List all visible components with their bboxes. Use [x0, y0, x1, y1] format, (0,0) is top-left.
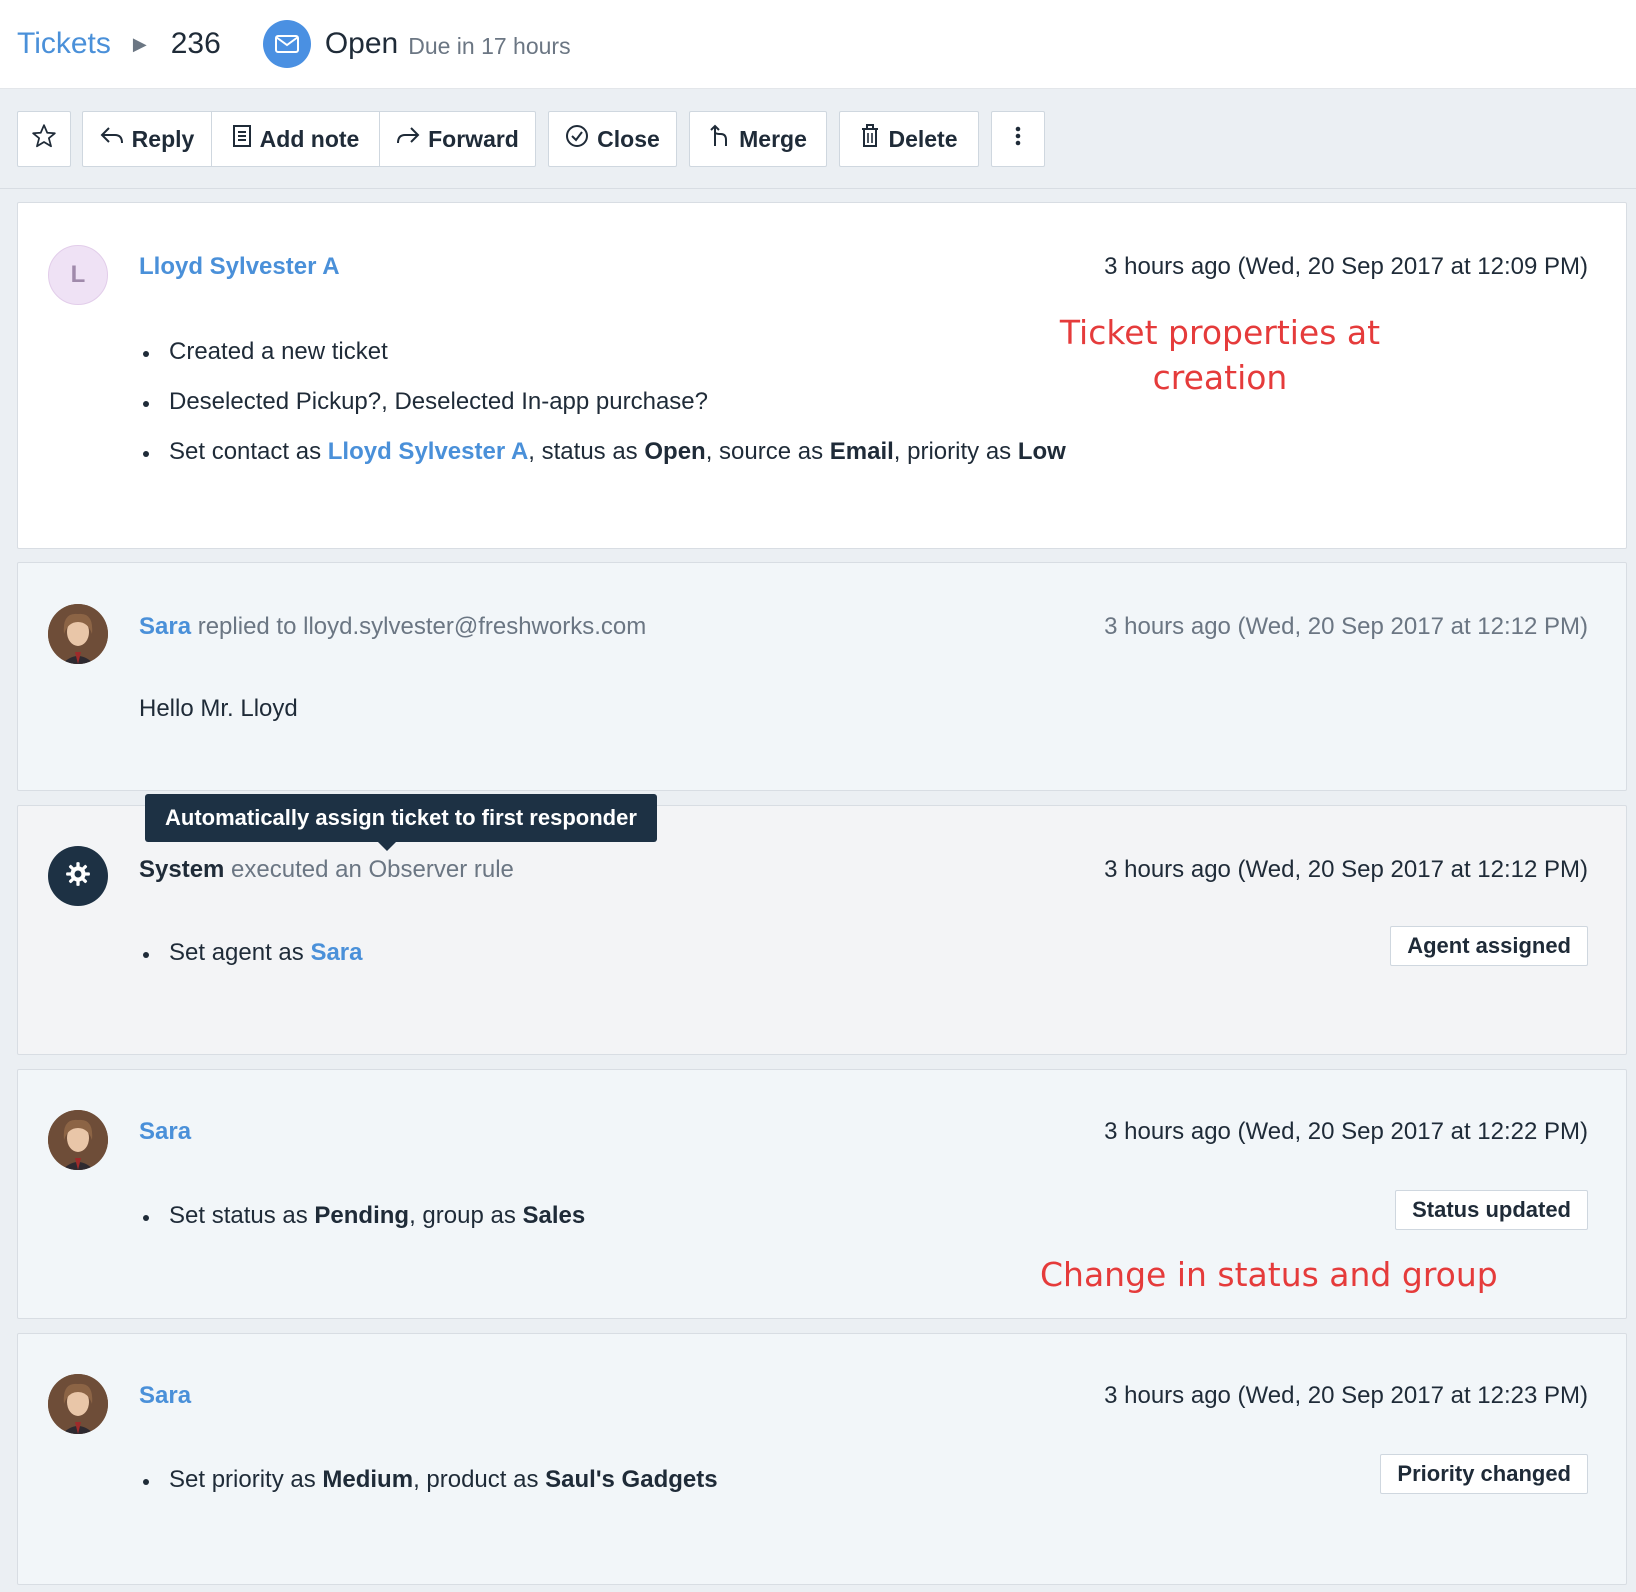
list-item: Set status as Pending, group as Sales	[139, 1202, 585, 1230]
delete-button[interactable]: Delete	[839, 111, 979, 167]
author-line: Sara	[139, 1382, 191, 1410]
system-avatar	[48, 846, 108, 906]
star-button[interactable]	[17, 111, 71, 167]
timestamp: 3 hours ago (Wed, 20 Sep 2017 at 12:23 P…	[1104, 1382, 1588, 1409]
recipient-email: lloyd.sylvester@freshworks.com	[303, 613, 647, 640]
timestamp: 3 hours ago (Wed, 20 Sep 2017 at 12:22 P…	[1104, 1118, 1588, 1145]
reply-button[interactable]: Reply	[83, 112, 212, 166]
list-item: Set priority as Medium, product as Saul'…	[139, 1466, 718, 1494]
timestamp: 3 hours ago (Wed, 20 Sep 2017 at 12:12 P…	[1104, 856, 1588, 883]
activity-list: Set status as Pending, group as Sales	[139, 1202, 585, 1252]
ticket-toolbar: Reply Add note Forward Close Merge Delet…	[0, 89, 1636, 189]
annotation-line: creation	[1152, 358, 1288, 397]
item-text: , source as	[705, 438, 830, 465]
reply-label: Reply	[131, 125, 195, 152]
merge-icon	[709, 124, 731, 154]
avatar	[48, 604, 108, 664]
breadcrumb-tickets-link[interactable]: Tickets	[17, 27, 111, 61]
product-value: Saul's Gadgets	[545, 1466, 718, 1493]
trash-icon	[860, 124, 880, 154]
annotation-creation: Ticket properties at creation	[1040, 310, 1400, 400]
activity-list: Set agent as Sara	[139, 939, 362, 989]
gear-icon	[65, 861, 91, 892]
close-button[interactable]: Close	[548, 111, 677, 167]
avatar	[48, 1110, 108, 1170]
agent-assigned-badge: Agent assigned	[1390, 926, 1588, 966]
list-item: Deselected Pickup?, Deselected In-app pu…	[139, 388, 1066, 416]
observer-rule-tooltip: Automatically assign ticket to first res…	[145, 794, 657, 851]
add-note-button[interactable]: Add note	[212, 112, 380, 166]
list-item: Set contact as Lloyd Sylvester A, status…	[139, 438, 1066, 466]
status-updated-badge: Status updated	[1395, 1190, 1588, 1230]
system-author: System	[139, 856, 225, 883]
more-actions-button[interactable]	[991, 111, 1045, 167]
ticket-status: Open	[324, 27, 399, 60]
source-value: Email	[829, 438, 894, 465]
delete-label: Delete	[888, 125, 958, 152]
item-text: Set status as	[169, 1202, 315, 1229]
item-text: , group as	[409, 1202, 523, 1229]
star-icon	[31, 123, 57, 155]
due-time: Due in 17 hours	[408, 32, 571, 59]
author-link[interactable]: Sara	[139, 1382, 191, 1409]
page-header: Tickets ▶ 236 Open Due in 17 hours	[0, 0, 1636, 89]
action-text: executed an Observer rule	[224, 856, 514, 883]
author-line: Lloyd Sylvester A	[139, 253, 340, 281]
author-link[interactable]: Sara	[139, 1118, 191, 1145]
reply-icon	[100, 125, 124, 153]
status-value: Open	[644, 438, 706, 465]
add-note-label: Add note	[259, 125, 360, 152]
activity-card-priority: Sara 3 hours ago (Wed, 20 Sep 2017 at 12…	[17, 1333, 1627, 1585]
author-line: Sara	[139, 1118, 191, 1146]
kebab-menu-icon	[1015, 125, 1021, 153]
forward-button[interactable]: Forward	[380, 112, 535, 166]
forward-icon	[396, 125, 420, 153]
list-item: Set agent as Sara	[139, 939, 362, 967]
reply-body: Hello Mr. Lloyd	[139, 695, 298, 722]
list-item: Created a new ticket	[139, 338, 1066, 366]
agent-link[interactable]: Sara	[310, 939, 362, 966]
item-text: Set priority as	[169, 1466, 323, 1493]
item-text: Set contact as	[169, 438, 328, 465]
activity-list: Created a new ticket Deselected Pickup?,…	[139, 338, 1066, 488]
ticket-id: 236	[170, 27, 221, 60]
annotation-line: Ticket properties at	[1059, 313, 1381, 352]
item-text: Set agent as	[169, 939, 311, 966]
timestamp: 3 hours ago (Wed, 20 Sep 2017 at 12:12 P…	[1104, 613, 1588, 640]
author-link[interactable]: Lloyd Sylvester A	[139, 253, 340, 280]
activity-card-reply: Sara replied to lloyd.sylvester@freshwor…	[17, 562, 1627, 791]
breadcrumb-separator-icon: ▶	[132, 33, 147, 54]
annotation-change: Change in status and group	[1040, 1255, 1498, 1294]
item-text: , status as	[528, 438, 645, 465]
avatar: L	[48, 245, 108, 305]
merge-label: Merge	[739, 125, 807, 152]
author-link[interactable]: Sara	[139, 613, 191, 640]
action-text: replied to	[191, 613, 304, 640]
note-icon	[232, 124, 252, 154]
status-value: Pending	[314, 1202, 410, 1229]
author-line: System executed an Observer rule	[139, 856, 514, 884]
merge-button[interactable]: Merge	[689, 111, 827, 167]
check-circle-icon	[565, 124, 589, 154]
author-line: Sara replied to lloyd.sylvester@freshwor…	[139, 613, 646, 641]
close-label: Close	[597, 125, 660, 152]
contact-link[interactable]: Lloyd Sylvester A	[328, 438, 529, 465]
activity-list: Set priority as Medium, product as Saul'…	[139, 1466, 718, 1516]
group-value: Sales	[522, 1202, 586, 1229]
item-text: , priority as	[893, 438, 1018, 465]
item-text: , product as	[413, 1466, 546, 1493]
priority-value: Medium	[322, 1466, 414, 1493]
priority-changed-badge: Priority changed	[1380, 1454, 1588, 1494]
avatar	[48, 1374, 108, 1434]
reply-button-group: Reply Add note Forward	[82, 111, 536, 167]
forward-label: Forward	[428, 125, 519, 152]
email-status-icon	[262, 20, 311, 68]
activity-card-system: System executed an Observer rule 3 hours…	[17, 805, 1627, 1055]
priority-value: Low	[1017, 438, 1066, 465]
timestamp: 3 hours ago (Wed, 20 Sep 2017 at 12:09 P…	[1104, 253, 1588, 280]
